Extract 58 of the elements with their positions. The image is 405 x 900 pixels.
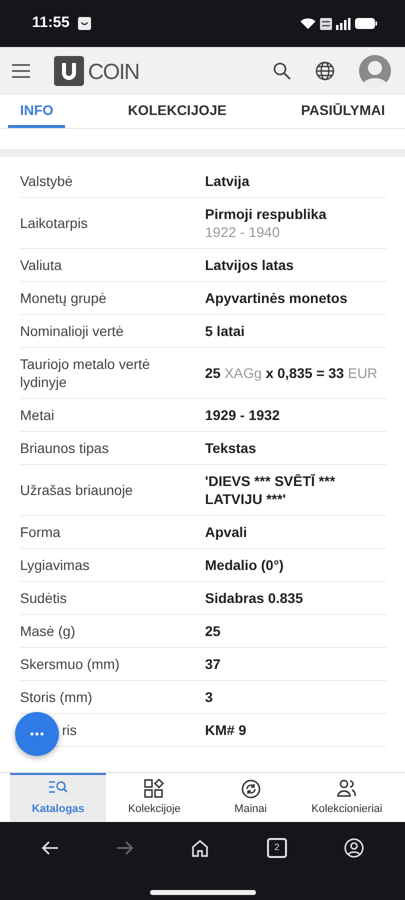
- field-value: 25 XAGg x 0,835 = 33 EUR: [205, 364, 378, 382]
- tabs-button[interactable]: 2: [266, 838, 287, 858]
- field-value: Medalio (0°): [205, 556, 285, 574]
- field-value: Latvija: [205, 172, 250, 190]
- circular-arrows-icon: [240, 779, 261, 800]
- field-value: Apvali: [205, 523, 248, 541]
- field-value: 5 latai: [205, 322, 246, 340]
- field-label: Laikotarpis: [20, 215, 88, 231]
- field-label: Tauriojo metalo vertė lydinyje: [20, 356, 150, 390]
- search-button[interactable]: [273, 62, 291, 80]
- field-value: KM# 9: [205, 721, 248, 739]
- signal-icon: [336, 18, 351, 30]
- field-value: Pirmoji respublika: [205, 205, 328, 223]
- field-label: Valstybė: [20, 173, 73, 189]
- forward-button[interactable]: [116, 840, 134, 856]
- logo-text: COIN: [88, 58, 139, 86]
- period-years: 1922 - 1940: [205, 223, 281, 241]
- field-value: Sidabras 0.835: [205, 589, 304, 607]
- field-label: Užrašas briaunoje: [20, 482, 133, 498]
- field-value: 3: [205, 688, 214, 706]
- language-button[interactable]: [315, 61, 335, 81]
- tab[interactable]: PASIŪLYMAI: [288, 95, 397, 128]
- account-button[interactable]: [344, 838, 364, 858]
- field-label: Sudėtis: [20, 590, 67, 606]
- field-value: 'DIEVS *** SVĒTĪ *** LATVIJU ***': [205, 472, 336, 508]
- more-button[interactable]: [15, 712, 59, 756]
- field-label: Storis (mm): [20, 689, 92, 705]
- field-label: Metai: [20, 407, 54, 423]
- tab[interactable]: KOLEKCIJOJE: [116, 95, 239, 128]
- field-label: Skersmuo (mm): [20, 656, 120, 672]
- shapes-grid-icon: [144, 779, 164, 800]
- field-value: Tekstas: [205, 439, 258, 457]
- menu-button[interactable]: [12, 64, 30, 78]
- tab[interactable]: INFO: [8, 95, 66, 128]
- field-label: Monetų grupė: [20, 290, 106, 306]
- home-button[interactable]: [191, 839, 210, 857]
- field-label: Lygiavimas: [20, 557, 90, 573]
- field-label: Forma: [20, 524, 60, 540]
- field-value: Latvijos latas: [205, 256, 295, 274]
- field-value: 1929 - 1932: [205, 406, 281, 424]
- ellipsis-icon: [30, 732, 44, 736]
- wifi-icon: [300, 17, 316, 30]
- field-value: 25: [205, 622, 222, 640]
- field-label: Nominalioji vertė: [20, 323, 124, 339]
- notification-icon: [78, 17, 91, 30]
- battery-icon: [355, 18, 377, 29]
- field-value: 37: [205, 655, 222, 673]
- clock-time: 11:55: [32, 13, 70, 34]
- field-value: Apyvartinės monetos: [205, 289, 348, 307]
- field-label: Valiuta: [20, 257, 62, 273]
- field-label: ris: [62, 721, 77, 739]
- back-button[interactable]: [40, 840, 59, 856]
- field-label: Masė (g): [20, 623, 76, 639]
- volte-icon: [320, 18, 332, 30]
- field-label: Briaunos tipas: [20, 440, 109, 456]
- people-icon: [336, 779, 357, 800]
- avatar-button[interactable]: [359, 55, 391, 87]
- logo-icon: [54, 56, 84, 86]
